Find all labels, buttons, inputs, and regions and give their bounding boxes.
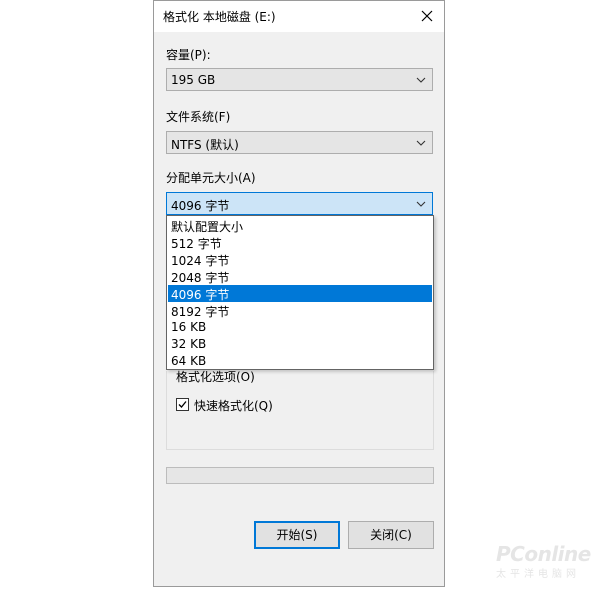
chevron-down-icon	[416, 140, 426, 146]
format-options-label: 格式化选项(O)	[174, 368, 257, 385]
watermark-brand: PConline	[496, 542, 591, 566]
chevron-down-icon	[416, 201, 426, 207]
dropdown-option[interactable]: 16 KB	[168, 319, 432, 336]
close-icon	[421, 10, 433, 22]
quick-format-label[interactable]: 快速格式化(Q)	[194, 397, 273, 414]
dropdown-option-selected[interactable]: 4096 字节	[168, 285, 432, 302]
capacity-value: 195 GB	[171, 73, 216, 87]
chevron-down-icon	[416, 77, 426, 83]
quick-format-checkbox[interactable]	[176, 398, 189, 411]
dropdown-option[interactable]: 1024 字节	[168, 251, 432, 268]
title-bar: 格式化 本地磁盘 (E:)	[154, 1, 444, 32]
allocation-dropdown-list: 默认配置大小 512 字节 1024 字节 2048 字节 4096 字节 81…	[166, 215, 434, 370]
capacity-select[interactable]: 195 GB	[166, 68, 433, 91]
format-dialog: 格式化 本地磁盘 (E:) 容量(P): 195 GB 文件系统(F) NTFS…	[153, 0, 445, 587]
checkmark-icon	[178, 401, 187, 408]
allocation-select[interactable]: 4096 字节	[166, 192, 433, 215]
dropdown-option[interactable]: 512 字节	[168, 234, 432, 251]
format-progress-bar	[166, 467, 434, 484]
close-window-button[interactable]	[410, 1, 444, 32]
dropdown-option[interactable]: 默认配置大小	[168, 217, 432, 234]
filesystem-select[interactable]: NTFS (默认)	[166, 131, 433, 154]
allocation-label: 分配单元大小(A)	[166, 171, 256, 185]
watermark-sub: 太平洋电脑网	[496, 569, 580, 580]
dropdown-option[interactable]: 32 KB	[168, 336, 432, 353]
filesystem-label: 文件系统(F)	[166, 110, 231, 124]
screenshot-page: 格式化 本地磁盘 (E:) 容量(P): 195 GB 文件系统(F) NTFS…	[0, 0, 600, 596]
dropdown-option[interactable]: 2048 字节	[168, 268, 432, 285]
start-button[interactable]: 开始(S)	[254, 521, 340, 549]
allocation-value: 4096 字节	[171, 199, 230, 213]
close-button[interactable]: 关闭(C)	[348, 521, 434, 549]
pconline-watermark-logo: PConline 太平洋电脑网	[488, 540, 594, 580]
dropdown-option[interactable]: 64 KB	[168, 353, 432, 370]
window-title: 格式化 本地磁盘 (E:)	[163, 10, 276, 24]
dropdown-option[interactable]: 8192 字节	[168, 302, 432, 319]
filesystem-value: NTFS (默认)	[171, 138, 239, 152]
capacity-label: 容量(P):	[166, 48, 211, 62]
